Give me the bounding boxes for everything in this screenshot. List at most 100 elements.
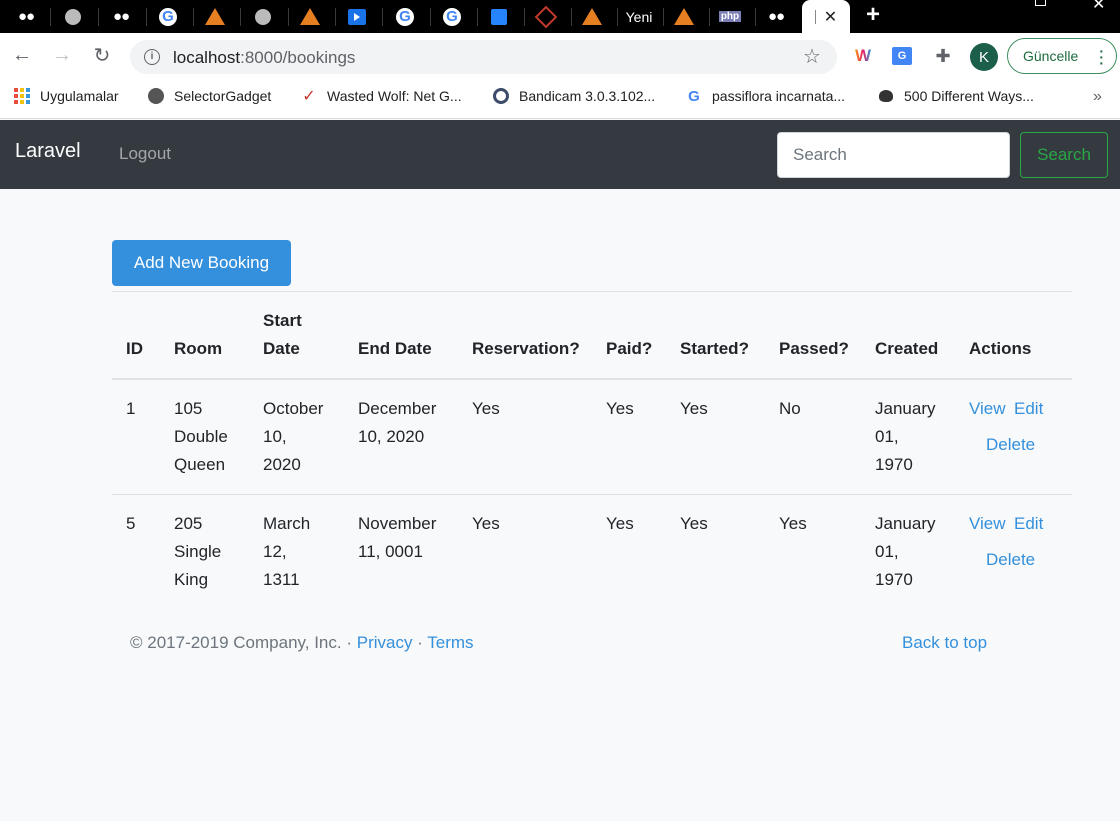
bandicam-icon bbox=[493, 88, 509, 104]
tab-google[interactable]: G bbox=[387, 0, 423, 33]
bookmark-passiflora[interactable]: G passiflora incarnata... bbox=[686, 88, 845, 105]
column-header-start-date: Start Date bbox=[263, 311, 302, 358]
profile-avatar[interactable]: K bbox=[970, 43, 998, 71]
tab-jira[interactable] bbox=[481, 0, 517, 33]
tab-triangle[interactable] bbox=[292, 0, 328, 33]
bookmark-wasted-wolf[interactable]: ✓ Wasted Wolf: Net G... bbox=[301, 88, 461, 105]
delete-link[interactable]: Delete bbox=[986, 431, 1035, 459]
cell-reservation: Yes bbox=[472, 399, 500, 418]
close-icon[interactable]: ✕ bbox=[824, 7, 837, 27]
tab-google[interactable]: G bbox=[150, 0, 186, 33]
cell-paid: Yes bbox=[606, 514, 634, 533]
cell-passed: Yes bbox=[779, 514, 807, 533]
tab-active[interactable]: ✕ bbox=[802, 0, 850, 33]
laravel-icon bbox=[534, 5, 558, 28]
tab-globe[interactable] bbox=[55, 0, 91, 33]
tab-triangle[interactable] bbox=[666, 0, 702, 33]
apps-icon bbox=[14, 88, 30, 104]
kebab-menu-icon[interactable]: · · · bbox=[1099, 44, 1104, 70]
extension-w-icon[interactable]: W bbox=[852, 45, 874, 67]
tab-globe[interactable] bbox=[245, 0, 281, 33]
google-translate-icon[interactable]: G bbox=[891, 45, 913, 67]
tab-yeni[interactable]: Yeni bbox=[620, 0, 658, 33]
extensions-puzzle-icon[interactable]: ✚ bbox=[932, 45, 954, 67]
cell-start-date: October 10, 2020 bbox=[263, 399, 324, 474]
triangle-logo-icon bbox=[674, 8, 694, 25]
delete-link[interactable]: Delete bbox=[986, 546, 1035, 574]
bookmark-500-ways[interactable]: 500 Different Ways... bbox=[878, 88, 1034, 104]
tab-triangle[interactable] bbox=[574, 0, 610, 33]
tab-google[interactable]: G bbox=[434, 0, 470, 33]
bookmarks-overflow-icon[interactable]: » bbox=[1093, 88, 1102, 106]
bee-icon bbox=[878, 88, 894, 104]
back-to-top-link[interactable]: Back to top bbox=[902, 629, 987, 657]
cell-end-date: November 11, 0001 bbox=[358, 514, 437, 561]
tab-laravel[interactable] bbox=[528, 0, 564, 33]
bookmark-selectorgadget[interactable]: SelectorGadget bbox=[148, 88, 271, 104]
cell-room: 205 Single King bbox=[174, 514, 222, 589]
footer-copyright: © 2017-2019 Company, Inc. · Privacy · Te… bbox=[130, 633, 474, 652]
bookmarks-bar: Uygulamalar SelectorGadget ✓ Wasted Wolf… bbox=[0, 80, 1120, 119]
privacy-link[interactable]: Privacy bbox=[357, 633, 413, 652]
google-icon: G bbox=[443, 7, 461, 26]
column-header-paid: Paid? bbox=[606, 339, 653, 358]
maximize-icon[interactable] bbox=[1035, 0, 1046, 6]
cell-started: Yes bbox=[680, 514, 708, 533]
new-tab-button[interactable]: + bbox=[866, 1, 880, 29]
reload-icon[interactable]: ↻ bbox=[90, 43, 114, 67]
tab-medium[interactable]: ●● bbox=[8, 0, 44, 33]
cell-started: Yes bbox=[680, 399, 708, 418]
column-header-actions: Actions bbox=[969, 339, 1032, 358]
tab-php[interactable]: php bbox=[712, 0, 748, 33]
view-link[interactable]: View bbox=[969, 510, 1006, 538]
search-button[interactable]: Search bbox=[1020, 132, 1108, 178]
cell-id: 5 bbox=[126, 514, 136, 533]
bookmark-bandicam[interactable]: Bandicam 3.0.3.102... bbox=[493, 88, 655, 104]
brand-link[interactable]: Laravel bbox=[15, 140, 81, 163]
forward-arrow-icon[interactable]: → bbox=[50, 43, 74, 67]
back-arrow-icon[interactable]: ← bbox=[10, 43, 34, 67]
cell-reservation: Yes bbox=[472, 514, 500, 533]
triangle-logo-icon bbox=[205, 8, 225, 25]
cell-start-date: March 12, 1311 bbox=[263, 514, 311, 589]
column-header-started: Started? bbox=[680, 339, 749, 358]
view-link[interactable]: View bbox=[969, 395, 1006, 423]
address-bar[interactable]: i localhost:8000/bookings ☆ bbox=[130, 40, 837, 74]
update-button[interactable]: Güncelle · · · bbox=[1007, 38, 1117, 74]
video-play-icon bbox=[348, 8, 366, 25]
globe-icon bbox=[148, 88, 164, 104]
cell-created: January 01, 1970 bbox=[875, 514, 936, 589]
add-new-booking-button[interactable]: Add New Booking bbox=[112, 240, 291, 286]
jira-icon bbox=[491, 8, 507, 25]
globe-icon bbox=[65, 8, 81, 25]
logout-link[interactable]: Logout bbox=[119, 144, 171, 164]
bookmark-apps[interactable]: Uygulamalar bbox=[14, 88, 119, 104]
column-header-reservation: Reservation? bbox=[472, 339, 580, 358]
info-icon[interactable]: i bbox=[144, 49, 160, 65]
cell-paid: Yes bbox=[606, 399, 634, 418]
tab-video[interactable] bbox=[339, 0, 375, 33]
column-header-id: ID bbox=[126, 339, 143, 358]
cell-end-date: December 10, 2020 bbox=[358, 399, 437, 446]
tab-medium[interactable]: ●● bbox=[103, 0, 139, 33]
php-icon: php bbox=[718, 11, 742, 22]
cell-room: 105 Double Queen bbox=[174, 399, 228, 474]
url-text: localhost:8000/bookings bbox=[173, 48, 356, 67]
tab-medium[interactable]: ●● bbox=[758, 0, 794, 33]
globe-icon bbox=[255, 8, 271, 25]
edit-link[interactable]: Edit bbox=[1014, 395, 1043, 423]
table-top-border bbox=[112, 291, 1072, 292]
medium-icon: ●● bbox=[17, 8, 35, 25]
browser-tab-strip: ●● ●● G G G Yeni php ●● ✕ + ✕ bbox=[0, 0, 1120, 33]
table-header-border bbox=[112, 378, 1072, 380]
edit-link[interactable]: Edit bbox=[1014, 510, 1043, 538]
window-close-icon[interactable]: ✕ bbox=[1092, 0, 1105, 14]
terms-link[interactable]: Terms bbox=[427, 633, 473, 652]
wolf-icon: ✓ bbox=[302, 88, 316, 105]
column-header-room: Room bbox=[174, 339, 223, 358]
medium-icon: ●● bbox=[112, 8, 130, 25]
triangle-logo-icon bbox=[300, 8, 320, 25]
tab-triangle[interactable] bbox=[197, 0, 233, 33]
bookmark-star-icon[interactable]: ☆ bbox=[803, 44, 821, 69]
search-input[interactable] bbox=[777, 132, 1010, 178]
